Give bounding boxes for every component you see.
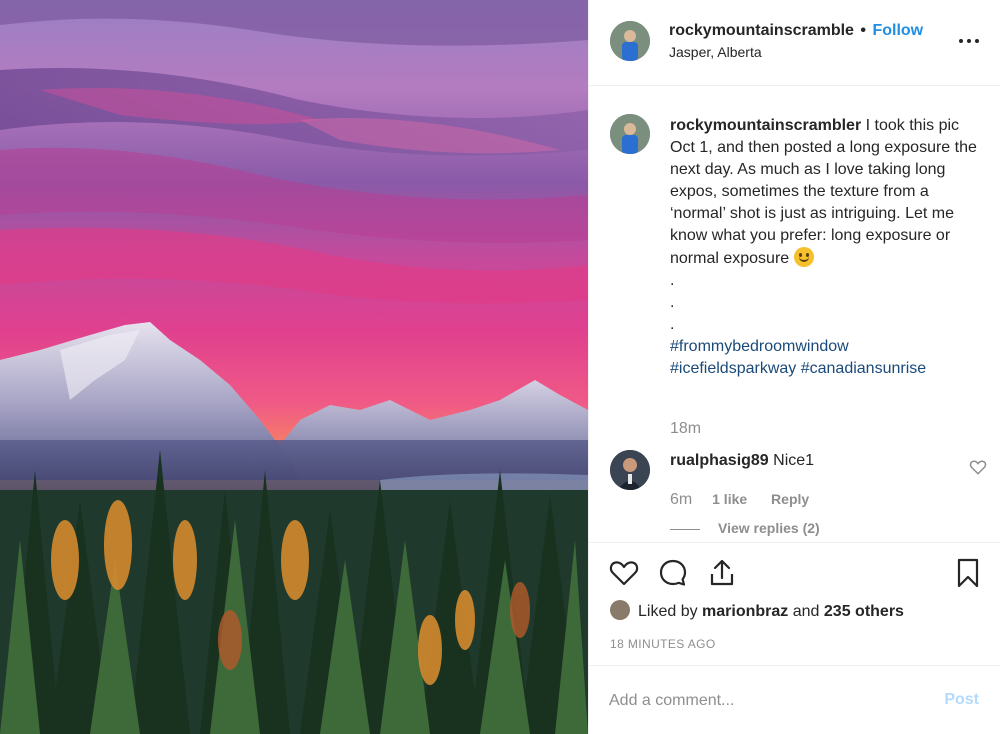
post-comment-button[interactable]: Post: [944, 691, 979, 709]
smile-emoji-icon: [793, 247, 814, 267]
author-avatar[interactable]: [610, 21, 650, 61]
comment-body: Nice1: [773, 452, 815, 469]
sunrise-mountain-image: [0, 0, 588, 734]
view-replies-button[interactable]: View replies (2): [670, 520, 820, 536]
add-comment-bar: Post: [589, 665, 1000, 734]
author-username[interactable]: rockymountainscramble: [669, 22, 854, 39]
share-icon[interactable]: [706, 557, 738, 589]
comment-icon[interactable]: [657, 557, 689, 589]
comment-time[interactable]: 6m: [670, 491, 692, 508]
commenter-avatar[interactable]: [610, 450, 650, 490]
likes-summary: Liked by marionbraz and 235 others: [610, 600, 904, 621]
caption-time[interactable]: 18m: [670, 420, 701, 438]
comment-likes[interactable]: 1 like: [712, 491, 747, 507]
caption-text: rockymountainscrambler I took this pic O…: [670, 115, 980, 380]
post-location[interactable]: Jasper, Alberta: [669, 44, 762, 60]
likes-and: and: [792, 603, 820, 620]
caption-body: I took this pic Oct 1, and then posted a…: [670, 117, 977, 267]
action-bar: [589, 542, 1000, 602]
comments-area[interactable]: rockymountainscrambler I took this pic O…: [589, 86, 1000, 542]
liker-username[interactable]: marionbraz: [702, 603, 788, 620]
more-icon[interactable]: [957, 24, 981, 48]
header-username-row: rockymountainscramble • Follow: [669, 22, 923, 40]
caption-avatar[interactable]: [610, 114, 650, 154]
likes-prefix: Liked by: [638, 603, 698, 620]
post-header: rockymountainscramble • Follow Jasper, A…: [589, 0, 1000, 86]
caption-dot-1: .: [670, 272, 675, 289]
caption-dot-2: .: [670, 294, 675, 311]
comment-heart-icon[interactable]: [969, 458, 987, 476]
hashtag-line-1[interactable]: #frommybedroomwindow: [670, 338, 849, 355]
heart-icon[interactable]: [608, 557, 640, 589]
post-timestamp[interactable]: 18 MINUTES AGO: [610, 637, 716, 651]
view-replies-label: View replies (2): [718, 520, 820, 536]
view-replies-line: [670, 528, 700, 530]
comment-text-row: rualphasig89 Nice1: [670, 452, 814, 470]
post-side-panel: rockymountainscramble • Follow Jasper, A…: [588, 0, 1000, 734]
comment-input[interactable]: [609, 686, 909, 716]
caption-dot-3: .: [670, 316, 675, 333]
liker-avatar[interactable]: [610, 600, 630, 620]
likes-others[interactable]: 235 others: [824, 603, 904, 620]
comment-meta: 6m 1 like Reply: [670, 491, 809, 509]
bookmark-icon[interactable]: [952, 557, 984, 589]
post-photo[interactable]: [0, 0, 588, 734]
follow-button[interactable]: Follow: [872, 22, 923, 39]
separator-dot: •: [855, 22, 871, 39]
caption-username[interactable]: rockymountainscrambler: [670, 117, 861, 134]
reply-button[interactable]: Reply: [771, 491, 809, 507]
commenter-username[interactable]: rualphasig89: [670, 452, 769, 469]
hashtag-line-2[interactable]: #icefieldsparkway #canadiansunrise: [670, 360, 926, 377]
